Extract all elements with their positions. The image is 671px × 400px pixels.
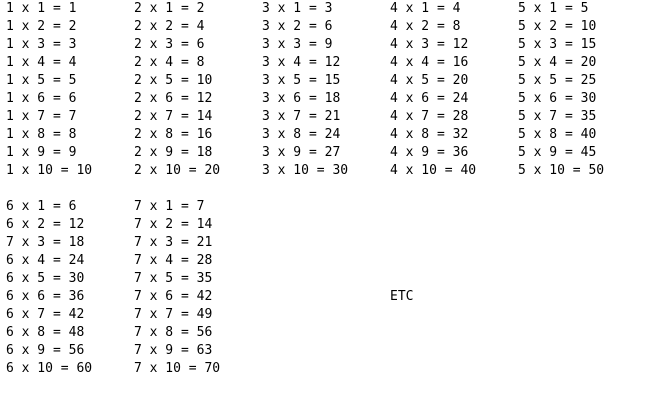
- table-row: 2 x 1 = 2: [134, 1, 205, 16]
- table-row: 2 x 4 = 8: [134, 55, 205, 70]
- table-row: 2 x 2 = 4: [134, 19, 205, 34]
- table-row: 7 x 3 = 21: [134, 235, 213, 250]
- table-row: 7 x 1 = 7: [134, 199, 205, 214]
- table-row: 1 x 1 = 1: [6, 1, 77, 16]
- table-row: 2 x 3 = 6: [134, 37, 205, 52]
- table-row: 5 x 6 = 30: [518, 91, 597, 106]
- table-row: 1 x 6 = 6: [6, 91, 77, 106]
- table-row: 6 x 7 = 42: [6, 307, 85, 322]
- table-row: 4 x 10 = 40: [390, 163, 477, 178]
- times-table-4: 4 x 1 = 4 4 x 2 = 8 4 x 3 = 12 4 x 4 = 1…: [390, 0, 476, 180]
- table-row: 7 x 6 = 42: [134, 289, 213, 304]
- table-row: 7 x 2 = 14: [134, 217, 213, 232]
- table-row: 3 x 6 = 18: [262, 91, 341, 106]
- table-row: 5 x 7 = 35: [518, 109, 597, 124]
- table-row: 4 x 4 = 16: [390, 55, 469, 70]
- table-row: 5 x 3 = 15: [518, 37, 597, 52]
- table-row: 4 x 8 = 32: [390, 127, 469, 142]
- table-row: 5 x 2 = 10: [518, 19, 597, 34]
- table-row: 3 x 4 = 12: [262, 55, 341, 70]
- table-row: 4 x 2 = 8: [390, 19, 461, 34]
- table-row: 2 x 9 = 18: [134, 145, 213, 160]
- table-row: 2 x 6 = 12: [134, 91, 213, 106]
- table-row: 1 x 7 = 7: [6, 109, 77, 124]
- table-row: 5 x 8 = 40: [518, 127, 597, 142]
- table-row: 3 x 10 = 30: [262, 163, 349, 178]
- table-row: 6 x 8 = 48: [6, 325, 85, 340]
- table-row: 7 x 9 = 63: [134, 343, 213, 358]
- table-row: 4 x 5 = 20: [390, 73, 469, 88]
- table-row: 1 x 8 = 8: [6, 127, 77, 142]
- table-row: 6 x 4 = 24: [6, 253, 85, 268]
- times-table-6: 6 x 1 = 6 6 x 2 = 12 7 x 3 = 18 6 x 4 = …: [6, 198, 92, 378]
- times-table-7: 7 x 1 = 7 7 x 2 = 14 7 x 3 = 21 7 x 4 = …: [134, 198, 220, 378]
- table-row: 4 x 6 = 24: [390, 91, 469, 106]
- table-row: 7 x 10 = 70: [134, 361, 221, 376]
- table-row: 7 x 8 = 56: [134, 325, 213, 340]
- table-row: 6 x 6 = 36: [6, 289, 85, 304]
- table-row: 3 x 5 = 15: [262, 73, 341, 88]
- etc-label: ETC: [390, 289, 414, 304]
- times-table-3: 3 x 1 = 3 3 x 2 = 6 3 x 3 = 9 3 x 4 = 12…: [262, 0, 348, 180]
- table-row: 1 x 4 = 4: [6, 55, 77, 70]
- table-row: 1 x 3 = 3: [6, 37, 77, 52]
- table-row: 2 x 7 = 14: [134, 109, 213, 124]
- table-row: 4 x 7 = 28: [390, 109, 469, 124]
- table-row: 5 x 5 = 25: [518, 73, 597, 88]
- table-row: 5 x 4 = 20: [518, 55, 597, 70]
- table-row: 6 x 10 = 60: [6, 361, 93, 376]
- table-row: 2 x 8 = 16: [134, 127, 213, 142]
- table-row: 2 x 5 = 10: [134, 73, 213, 88]
- table-row: 6 x 2 = 12: [6, 217, 85, 232]
- table-row: 3 x 3 = 9: [262, 37, 333, 52]
- table-row: 7 x 3 = 18: [6, 235, 85, 250]
- table-row: 4 x 3 = 12: [390, 37, 469, 52]
- table-row: 1 x 5 = 5: [6, 73, 77, 88]
- times-table-5: 5 x 1 = 5 5 x 2 = 10 5 x 3 = 15 5 x 4 = …: [518, 0, 604, 180]
- table-row: 2 x 10 = 20: [134, 163, 221, 178]
- table-row: 4 x 9 = 36: [390, 145, 469, 160]
- table-row: 5 x 10 = 50: [518, 163, 605, 178]
- table-row: 7 x 4 = 28: [134, 253, 213, 268]
- table-row: 3 x 8 = 24: [262, 127, 341, 142]
- table-row: 7 x 5 = 35: [134, 271, 213, 286]
- table-row: 3 x 9 = 27: [262, 145, 341, 160]
- table-row: 3 x 7 = 21: [262, 109, 341, 124]
- table-row: 1 x 9 = 9: [6, 145, 77, 160]
- table-row: 1 x 2 = 2: [6, 19, 77, 34]
- table-row: 5 x 1 = 5: [518, 1, 589, 16]
- table-row: 5 x 9 = 45: [518, 145, 597, 160]
- table-row: 1 x 10 = 10: [6, 163, 93, 178]
- times-table-1: 1 x 1 = 1 1 x 2 = 2 1 x 3 = 3 1 x 4 = 4 …: [6, 0, 92, 180]
- table-row: 3 x 2 = 6: [262, 19, 333, 34]
- table-row: 4 x 1 = 4: [390, 1, 461, 16]
- table-row: 7 x 7 = 49: [134, 307, 213, 322]
- table-row: 3 x 1 = 3: [262, 1, 333, 16]
- times-table-2: 2 x 1 = 2 2 x 2 = 4 2 x 3 = 6 2 x 4 = 8 …: [134, 0, 220, 180]
- table-row: 6 x 5 = 30: [6, 271, 85, 286]
- table-row: 6 x 9 = 56: [6, 343, 85, 358]
- table-row: 6 x 1 = 6: [6, 199, 77, 214]
